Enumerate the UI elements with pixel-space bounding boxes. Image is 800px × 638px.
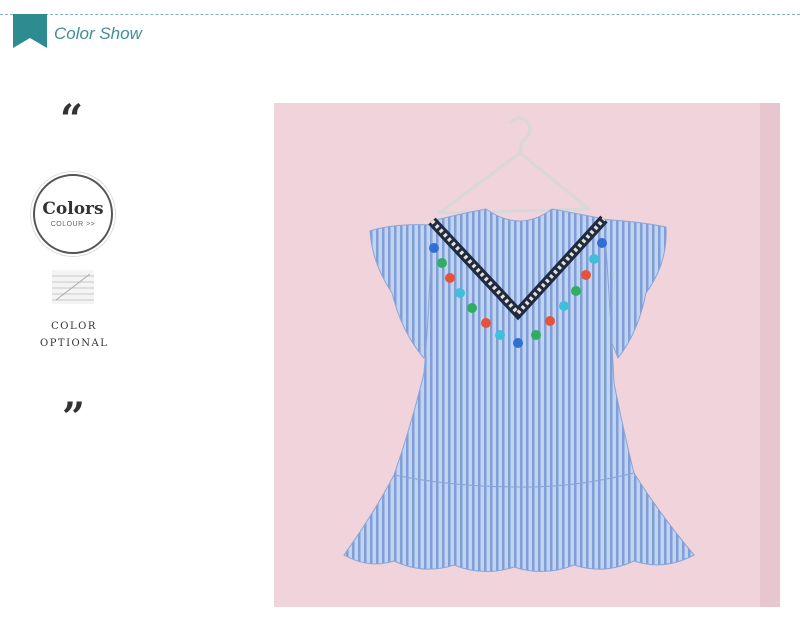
open-quote-mark: “ <box>60 96 84 143</box>
optional-line-1: COLOR <box>51 321 97 332</box>
optional-line-2: OPTIONAL <box>40 338 109 349</box>
header-divider <box>0 14 800 15</box>
product-photo <box>274 103 780 607</box>
colors-badge: Colors COLOUR >> <box>33 174 113 254</box>
color-optional-label: COLOR OPTIONAL <box>40 318 108 352</box>
fabric-swatch-icon <box>52 270 94 304</box>
close-quote-mark: ” <box>62 394 86 441</box>
badge-title: Colors <box>42 199 104 219</box>
bookmark-ribbon-icon <box>13 14 47 48</box>
badge-subtitle: COLOUR >> <box>50 221 96 228</box>
page-title: Color Show <box>54 24 142 43</box>
dress-ruffle <box>343 472 695 572</box>
